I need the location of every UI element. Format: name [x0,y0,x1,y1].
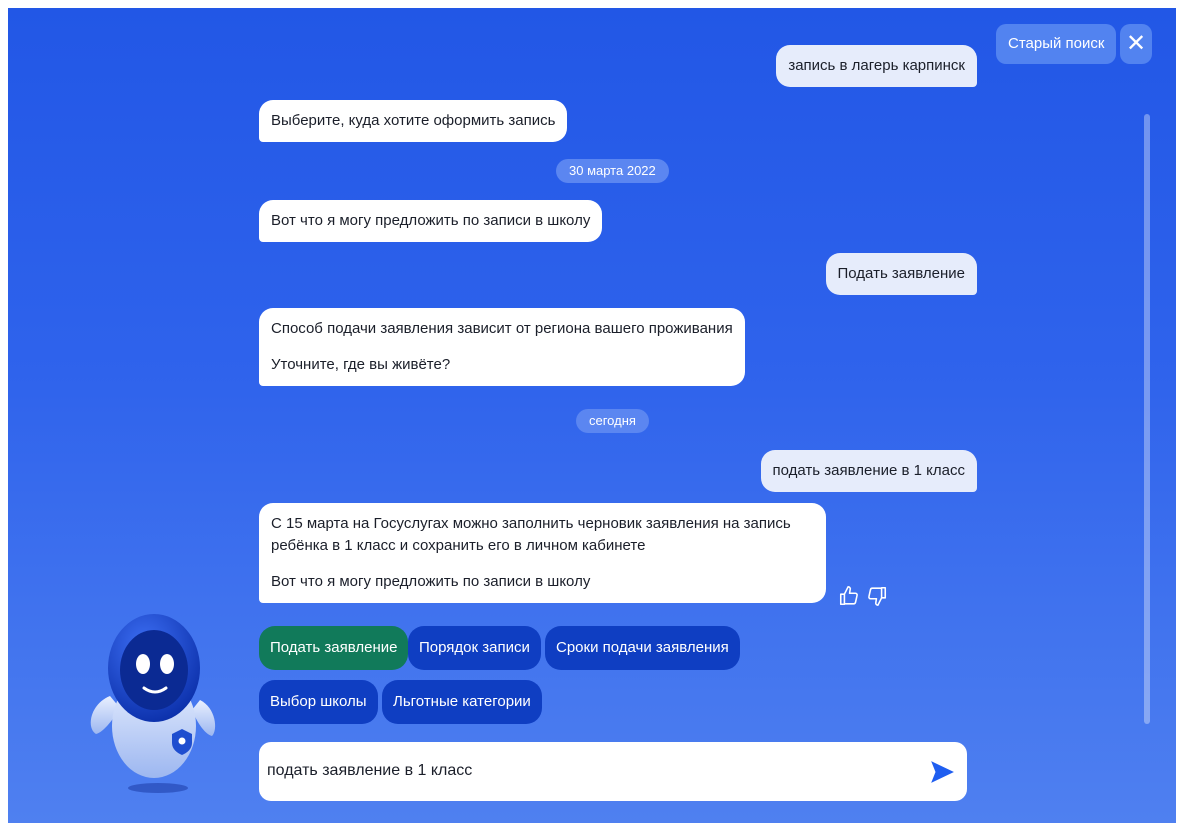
user-message: подать заявление в 1 класс [760,450,977,492]
thumbs-down-icon[interactable] [866,585,888,607]
bot-message: Способ подачи заявления зависит от регио… [259,308,745,386]
bot-message: Вот что я могу предложить по записи в шк… [259,200,603,242]
old-search-button[interactable]: Старый поиск [996,24,1117,64]
message-line: Вот что я могу предложить по записи в шк… [271,573,591,590]
user-message: Подать заявление [825,253,977,295]
message-line: Уточните, где вы живёте? [271,356,451,373]
scrollbar[interactable] [1144,114,1150,724]
close-button[interactable]: ✕ [1120,24,1152,64]
chat-window: Старый поиск ✕ запись в лагерь карпинск … [8,8,1176,823]
chip-submission-deadlines[interactable]: Сроки подачи заявления [545,626,740,670]
date-separator: 30 марта 2022 [556,159,669,183]
message-input-bar [259,742,967,801]
user-message: запись в лагерь карпинск [776,45,977,87]
chip-enrollment-order[interactable]: Порядок записи [408,626,541,670]
bot-message: С 15 марта на Госуслугах можно заполнить… [259,503,826,603]
message-line: С 15 марта на Госуслугах можно заполнить… [271,515,791,532]
close-icon: ✕ [1125,30,1147,57]
chip-school-choice[interactable]: Выбор школы [259,680,378,724]
bot-message: Выберите, куда хотите оформить запись [259,100,568,142]
send-arrow-icon[interactable] [929,759,955,785]
message-input[interactable] [267,750,907,792]
message-line: ребёнка в 1 класс и сохранить его в личн… [271,537,646,554]
robot-mascot [90,614,216,793]
thumbs-up-icon[interactable] [838,585,860,607]
chip-benefit-categories[interactable]: Льготные категории [382,680,542,724]
chip-submit-application[interactable]: Подать заявление [259,626,409,670]
message-line: Способ подачи заявления зависит от регио… [271,320,733,337]
date-separator: сегодня [576,409,649,433]
